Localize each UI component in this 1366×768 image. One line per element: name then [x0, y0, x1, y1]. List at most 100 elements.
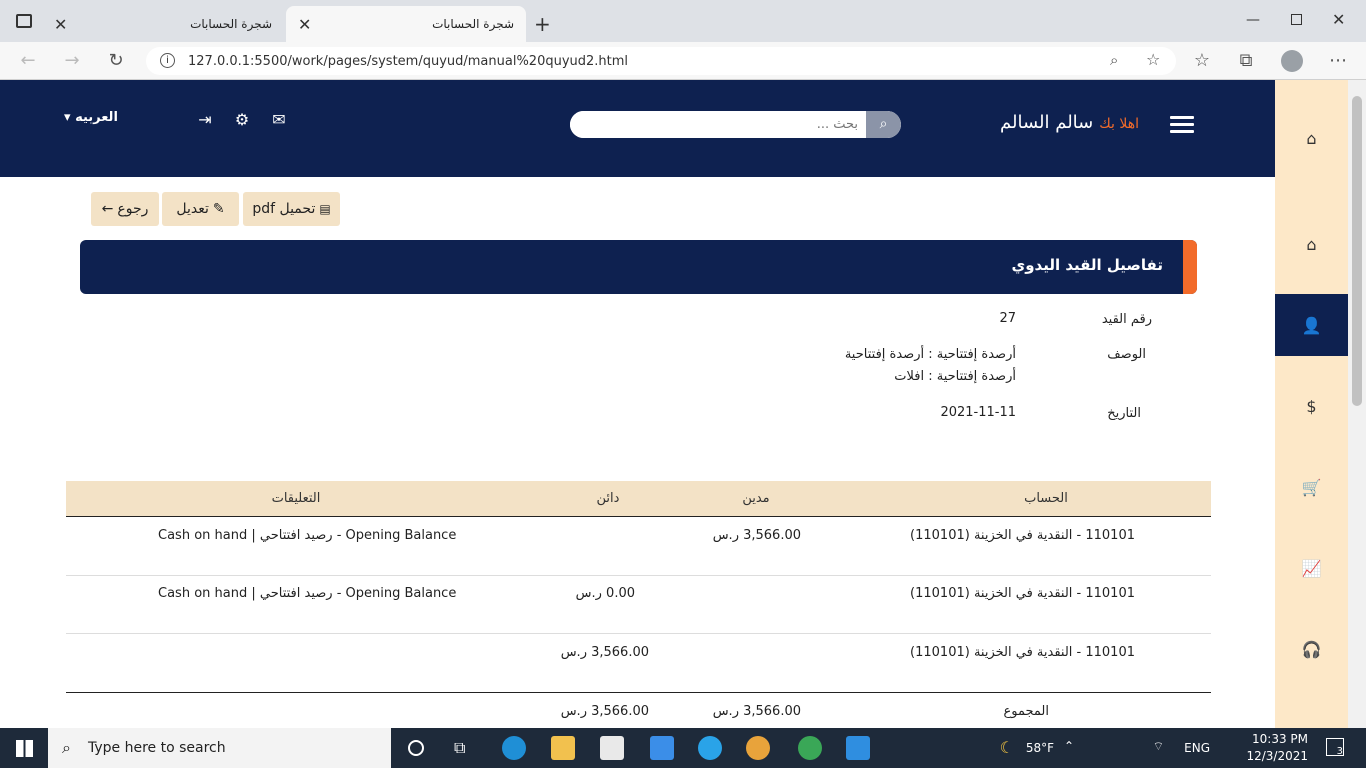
edge-active-icon[interactable]	[698, 736, 722, 760]
collections-icon[interactable]: ⧉	[1234, 49, 1258, 73]
credit-cell: 3,566.00 ر.س	[560, 645, 649, 660]
arrow-left-icon: ←	[101, 201, 114, 217]
scroll-thumb[interactable]	[1352, 96, 1362, 406]
date-label: التاريخ	[1107, 406, 1141, 421]
app-icon[interactable]	[746, 736, 770, 760]
profile-avatar[interactable]	[1281, 50, 1303, 72]
logout-icon[interactable]: ⇥	[195, 110, 215, 130]
date-value: 2021-11-11	[940, 405, 1016, 420]
close-window-icon[interactable]: ✕	[1332, 10, 1345, 29]
account-cell: 110101 - النقدية في الخزينة (110101)	[910, 645, 1135, 660]
tab-title: شجرة الحسابات	[432, 17, 514, 31]
total-debit: 3,566.00 ر.س	[712, 704, 801, 719]
sidebar-item-home-2[interactable]: ⌂	[1275, 213, 1348, 275]
comment-cell: Cash on hand | رصيد افتتاحي - Opening Ba…	[158, 586, 457, 601]
sidebar-item-finance[interactable]: $	[1275, 375, 1348, 437]
reload-icon[interactable]: ↻	[104, 49, 128, 73]
browser-tab-active[interactable]: شجرة الحسابات ✕	[286, 6, 526, 42]
sidebar-item-cart[interactable]: 🛒	[1275, 456, 1348, 518]
browser-tab[interactable]: شجرة الحسابات ✕	[42, 6, 284, 42]
windows-start-icon[interactable]	[16, 740, 33, 757]
sidebar-item-support[interactable]: 🎧	[1275, 618, 1348, 680]
table-row: 110101 - النقدية في الخزينة (110101) 3,5…	[66, 635, 1211, 693]
more-menu-icon[interactable]: ⋯	[1326, 49, 1350, 73]
weather-moon-icon[interactable]: ☾	[1000, 738, 1014, 757]
tray-chevron-icon[interactable]: ⌃	[1064, 739, 1074, 753]
table-header: الحساب مدين دائن التعليقات	[66, 481, 1211, 517]
new-tab-icon[interactable]: +	[534, 12, 551, 36]
search-icon[interactable]: ⌕	[866, 111, 901, 138]
mail-icon[interactable]: ✉	[269, 110, 289, 130]
download-pdf-button[interactable]: ▤ تحميل pdf	[243, 192, 340, 226]
edit-button[interactable]: ✎ تعديل	[162, 192, 239, 226]
back-button[interactable]: رجوع ←	[91, 192, 159, 226]
details-panel-header: تفاصيل القيد اليدوي	[80, 240, 1197, 294]
url-field[interactable]: i 127.0.0.1:5500/work/pages/system/quyud…	[146, 47, 1176, 75]
table-row: 110101 - النقدية في الخزينة (110101) 0.0…	[66, 576, 1211, 634]
entry-number-label: رقم القيد	[1101, 312, 1152, 327]
input-language[interactable]: ENG	[1184, 741, 1210, 755]
search-box: ⌕	[570, 111, 901, 138]
accent-bar	[1183, 240, 1197, 294]
sidebar-toggle-icon[interactable]	[16, 14, 32, 28]
column-header-debit: مدين	[742, 491, 770, 506]
mail-app-icon[interactable]	[650, 736, 674, 760]
notification-icon[interactable]: 3	[1326, 738, 1344, 757]
edge-icon[interactable]	[502, 736, 526, 760]
tab-close-icon[interactable]: ✕	[298, 15, 311, 34]
sidebar-item-reports[interactable]: 📈	[1275, 537, 1348, 599]
debit-cell: 3,566.00 ر.س	[712, 528, 801, 543]
search-icon: ⌕	[62, 738, 71, 757]
account-cell: 110101 - النقدية في الخزينة (110101)	[910, 586, 1135, 601]
gear-icon[interactable]: ⚙	[232, 110, 252, 130]
minimize-icon[interactable]: —	[1246, 12, 1260, 28]
favorites-icon[interactable]: ☆	[1190, 49, 1214, 73]
page-scrollbar[interactable]	[1348, 80, 1366, 728]
network-icon[interactable]: ⌔	[1153, 739, 1164, 754]
clock-time[interactable]: 10:33 PM	[1252, 732, 1308, 746]
sidebar-item-home[interactable]: ⌂	[1275, 107, 1348, 169]
total-row: المجموع 3,566.00 ر.س 3,566.00 ر.س	[66, 692, 1211, 728]
chrome-icon[interactable]	[798, 736, 822, 760]
store-icon[interactable]	[600, 736, 624, 760]
user-greeting: اهلا بك سالم السالم	[1000, 112, 1139, 138]
menu-icon[interactable]	[1170, 116, 1194, 134]
total-label: المجموع	[1003, 704, 1049, 719]
description-line-1: أرصدة إفتتاحية : أرصدة إفتتاحية	[844, 347, 1016, 362]
account-cell: 110101 - النقدية في الخزينة (110101)	[910, 528, 1135, 543]
column-header-credit: دائن	[596, 491, 620, 506]
clock-date[interactable]: 12/3/2021	[1246, 749, 1308, 763]
column-header-comments: التعليقات	[271, 491, 321, 506]
edit-icon: ✎	[212, 201, 225, 217]
temperature[interactable]: 58°F	[1026, 741, 1054, 755]
taskbar-search[interactable]: ⌕ Type here to search	[48, 728, 391, 768]
search-input[interactable]	[570, 111, 866, 138]
url-text: 127.0.0.1:5500/work/pages/system/quyud/m…	[188, 53, 629, 69]
language-dropdown[interactable]: ▾ العربيه	[64, 110, 118, 125]
favorite-add-icon[interactable]: ☆	[1146, 50, 1160, 69]
tab-title: شجرة الحسابات	[190, 17, 272, 31]
sidebar-item-user[interactable]: 👤	[1275, 294, 1348, 356]
vscode-icon[interactable]	[846, 736, 870, 760]
task-view-icon[interactable]: ⧉	[454, 738, 465, 758]
browser-address-bar: ← → ↻ i 127.0.0.1:5500/work/pages/system…	[0, 42, 1366, 80]
windows-taskbar: ⌕ Type here to search ⧉ ☾ 58°F ⌃ ⌔ ENG 1…	[0, 728, 1366, 768]
comment-cell: Cash on hand | رصيد افتتاحي - Opening Ba…	[158, 528, 457, 543]
description-line-2: أرصدة إفتتاحية : افلات	[894, 369, 1016, 384]
greeting-prefix: اهلا بك	[1099, 116, 1140, 132]
info-icon[interactable]: i	[160, 53, 175, 68]
file-explorer-icon[interactable]	[551, 736, 575, 760]
tab-close-icon[interactable]: ✕	[54, 15, 67, 34]
taskbar-search-placeholder: Type here to search	[88, 740, 226, 756]
cortana-icon[interactable]	[408, 740, 424, 756]
pdf-file-icon: ▤	[319, 202, 331, 216]
total-credit: 3,566.00 ر.س	[560, 704, 649, 719]
browser-tab-bar: شجرة الحسابات ✕ شجرة الحسابات ✕ + — ✕	[0, 0, 1366, 42]
maximize-icon[interactable]	[1291, 14, 1302, 25]
notification-count: 3	[1336, 746, 1343, 757]
forward-arrow-icon[interactable]: →	[60, 49, 84, 73]
language-label: العربيه	[75, 110, 118, 125]
zoom-icon[interactable]: ⌕	[1110, 51, 1118, 69]
back-arrow-icon[interactable]: ←	[16, 49, 40, 73]
column-header-account: الحساب	[1024, 491, 1068, 506]
